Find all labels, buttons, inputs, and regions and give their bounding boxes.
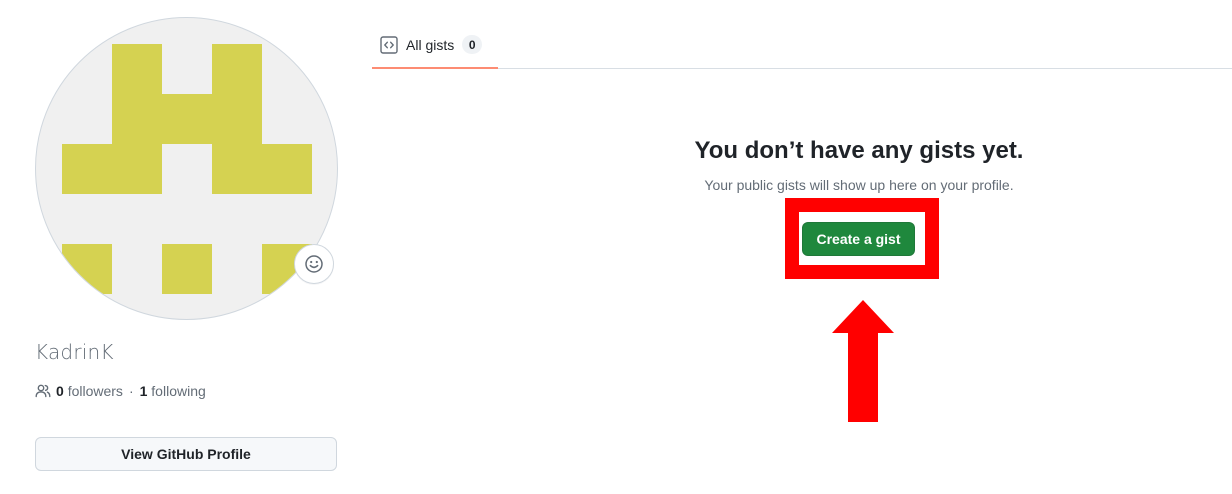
code-square-icon [380,36,398,54]
followers-count: 0 [56,383,64,399]
create-gist-button[interactable]: Create a gist [802,222,915,256]
tab-count-badge: 0 [462,35,483,54]
tab-label: All gists [406,37,455,53]
following-link[interactable]: 1 following [140,383,206,399]
following-label: following [151,383,206,399]
smiley-icon [305,255,323,273]
tab-all-gists[interactable]: All gists 0 [372,28,498,69]
view-github-profile-button[interactable]: View GitHub Profile [35,437,337,471]
blankslate-description: Your public gists will show up here on y… [704,177,1014,193]
tabs-divider [372,68,1232,69]
username: KadrinK [35,340,114,364]
avatar-container [35,17,338,320]
identicon-image [62,44,312,294]
up-arrow-icon [832,300,894,422]
blankslate-heading: You don’t have any gists yet. [694,137,1024,164]
followers-label: followers [67,383,123,399]
followers-link[interactable]: 0 followers [56,383,123,399]
following-count: 1 [139,383,148,399]
follow-stats: 0 followers · 1 following [35,383,206,399]
avatar[interactable] [35,17,338,320]
people-icon [35,384,51,398]
separator: · [128,383,134,399]
set-status-button[interactable] [294,244,334,284]
